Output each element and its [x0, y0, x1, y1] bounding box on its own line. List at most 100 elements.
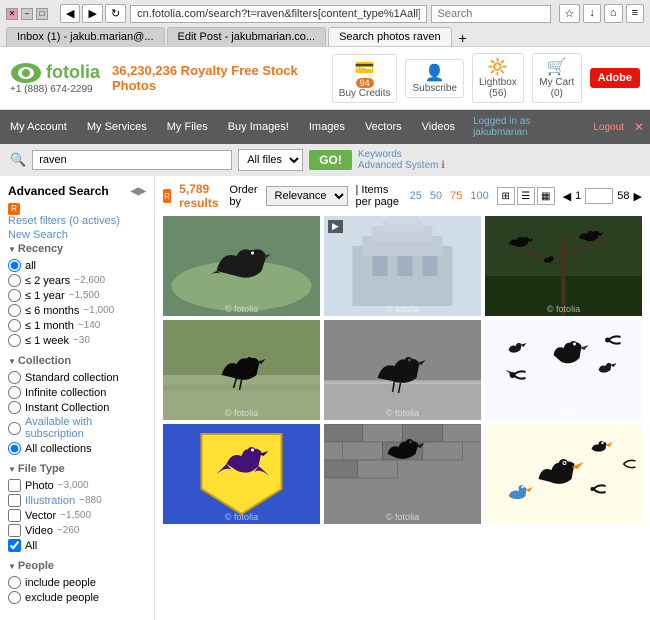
search-go-button[interactable]: GO! [309, 150, 352, 170]
image-2[interactable]: ▶ © fotolia [324, 216, 481, 316]
subscribe-icon: 👤 [425, 63, 445, 83]
logo-icon [10, 62, 42, 84]
search-row: 🔍 All files GO! Keywords Advanced System… [0, 144, 650, 176]
menu-btn[interactable]: ≡ [626, 4, 644, 23]
per-page-50[interactable]: 50 [430, 190, 442, 202]
nav-vectors[interactable]: Vectors [355, 115, 412, 139]
image-7[interactable]: © fotolia [163, 424, 320, 524]
logo[interactable]: fotolia [10, 62, 100, 84]
lightbox-icon: 🔆 [488, 57, 508, 77]
per-page-100[interactable]: 100 [470, 190, 488, 202]
lightbox-count: (56) [489, 88, 507, 99]
search-input[interactable] [32, 150, 232, 170]
per-page-25[interactable]: 25 [410, 190, 422, 202]
sidebar-file-type: File Type Photo ~3,000 Illustration ~880… [8, 463, 146, 552]
current-page: 1 [575, 190, 581, 202]
back-button[interactable]: ◀ [60, 4, 80, 23]
sidebar-toggle[interactable]: ◀▶ [131, 186, 146, 197]
tab-edit-post[interactable]: Edit Post - jakubmarian.co... [167, 27, 327, 46]
buy-credits-badge: 94 [356, 78, 374, 88]
downloads-btn[interactable]: ↓ [583, 4, 601, 23]
content-area: R 5,789 results Order by Relevance | Ite… [155, 176, 650, 620]
image-3[interactable]: © fotolia [485, 216, 642, 316]
subscribe-button[interactable]: 👤 Subscribe [405, 59, 463, 98]
nav-my-files[interactable]: My Files [157, 115, 218, 139]
fotolia-site: fotolia +1 (888) 674-2299 36,230,236 Roy… [0, 47, 650, 620]
advanced-system-link[interactable]: Advanced System [358, 160, 439, 171]
search-filter-select[interactable]: All files [238, 149, 303, 171]
pagination: ◀ 1 58 ▶ [563, 188, 642, 204]
buy-credits-button[interactable]: 💳 94 Buy Credits [332, 54, 398, 103]
subscribe-label: Subscribe [412, 83, 456, 94]
lightbox-button[interactable]: 🔆 Lightbox (56) [472, 53, 524, 103]
prev-page-btn[interactable]: ◀ [563, 190, 571, 203]
ft-all: All [8, 539, 146, 552]
browser-chrome: ✕ – □ ◀ ▶ ↻ ☆ ↓ ⌂ ≡ Inbox (1) - jakub.ma… [0, 0, 650, 47]
nav-my-account[interactable]: My Account [0, 115, 77, 139]
people-include: include people [8, 576, 146, 589]
reset-filters-link[interactable]: Reset filters (0 actives) [8, 215, 146, 227]
per-page-label: | Items per page [356, 184, 402, 208]
page-input[interactable] [585, 188, 613, 204]
image-4[interactable]: © fotolia [163, 320, 320, 420]
browser-search-input[interactable] [431, 5, 551, 23]
recency-1yr: ≤ 1 year ~1,500 [8, 289, 146, 302]
search-icon: 🔍 [10, 152, 26, 168]
sidebar-collection: Collection Standard collection Infinite … [8, 355, 146, 455]
header-actions: 💳 94 Buy Credits 👤 Subscribe 🔆 Lightbox … [332, 53, 640, 103]
nav-videos[interactable]: Videos [412, 115, 465, 139]
keywords-section: Keywords Advanced System ℹ [358, 149, 445, 171]
image-6[interactable]: © fotolia [485, 320, 642, 420]
collection-title: Collection [8, 355, 146, 367]
watermark-7: © fotolia [225, 512, 258, 522]
coll-standard: Standard collection [8, 371, 146, 384]
image-8[interactable]: © fotolia [324, 424, 481, 524]
grid-view-button[interactable]: ⊞ [497, 187, 515, 205]
tagline-text: 36,230,236 Royalty Free Stock Photos [112, 63, 298, 93]
bookmark-btn[interactable]: ☆ [559, 4, 581, 23]
order-by-label: Order by [229, 184, 257, 208]
watermark-8: © fotolia [386, 512, 419, 522]
next-page-btn[interactable]: ▶ [634, 190, 642, 203]
cart-label: My Cart [539, 77, 574, 88]
win-max-btn[interactable]: □ [36, 8, 48, 20]
sidebar-people: People include people exclude people [8, 560, 146, 604]
address-bar[interactable] [130, 5, 426, 23]
nav-my-services[interactable]: My Services [77, 115, 157, 139]
tab-inbox[interactable]: Inbox (1) - jakub.marian@... [6, 27, 165, 46]
phone-number: +1 (888) 674-2299 [10, 84, 100, 95]
watermark-1: © fotolia [225, 304, 258, 314]
nav-bar: My Account My Services My Files Buy Imag… [0, 110, 650, 144]
cart-button[interactable]: 🛒 My Cart (0) [532, 53, 582, 103]
list-view-button[interactable]: ☰ [517, 187, 535, 205]
adobe-button[interactable]: Adobe [590, 68, 640, 88]
recency-title: Recency [8, 243, 146, 255]
detail-view-button[interactable]: ▦ [537, 187, 555, 205]
watermark-3: © fotolia [547, 304, 580, 314]
ft-photo: Photo ~3,000 [8, 479, 146, 492]
keywords-link[interactable]: Keywords [358, 149, 402, 160]
tab-search-photos[interactable]: Search photos raven [328, 27, 452, 46]
tab-add-button[interactable]: + [454, 30, 472, 46]
order-by-select[interactable]: Relevance [266, 186, 348, 206]
win-min-btn[interactable]: – [21, 8, 33, 20]
recency-all: all [8, 259, 146, 272]
new-search-link[interactable]: New Search [8, 229, 146, 241]
image-5[interactable]: © fotolia [324, 320, 481, 420]
recency-1wk: ≤ 1 week ~30 [8, 334, 146, 347]
home-btn[interactable]: ⌂ [604, 4, 623, 23]
recency-6mo: ≤ 6 months ~1,000 [8, 304, 146, 317]
logo-text: fotolia [46, 62, 100, 83]
nav-images[interactable]: Images [299, 115, 355, 139]
image-9[interactable]: © fotolia [485, 424, 642, 524]
win-close-btn[interactable]: ✕ [6, 8, 18, 20]
logo-area: fotolia +1 (888) 674-2299 [10, 62, 100, 95]
per-page-75[interactable]: 75 [450, 190, 462, 202]
image-1[interactable]: © fotolia [163, 216, 320, 316]
forward-button[interactable]: ▶ [82, 4, 102, 23]
logout-x-icon: ✕ [634, 120, 650, 134]
logout-button[interactable]: Logout [583, 116, 634, 139]
help-icon[interactable]: ℹ [441, 160, 445, 171]
refresh-button[interactable]: ↻ [105, 4, 126, 23]
nav-buy-images[interactable]: Buy Images! [218, 115, 299, 139]
